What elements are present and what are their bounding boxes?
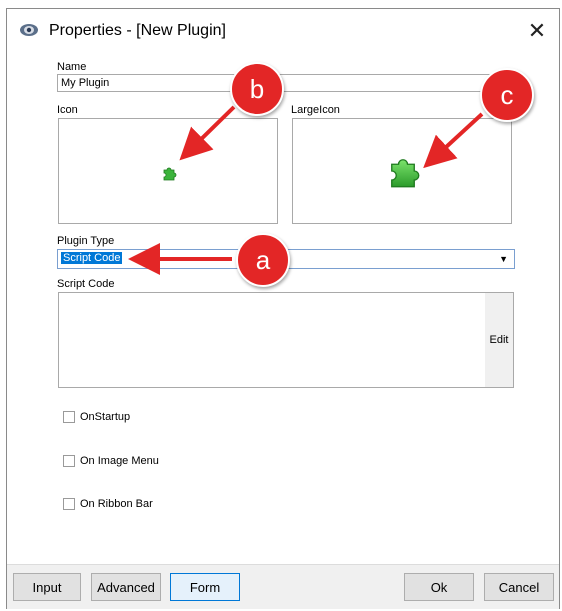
script-code-label: Script Code xyxy=(57,278,115,290)
onstartup-label: OnStartup xyxy=(80,411,131,423)
close-icon: ✕ xyxy=(527,18,547,43)
plugin-type-label: Plugin Type xyxy=(57,235,115,247)
on-image-menu-checkbox[interactable] xyxy=(63,455,75,467)
app-eye-icon xyxy=(20,24,38,36)
puzzle-large-icon xyxy=(391,159,420,188)
on-ribbon-bar-checkbox[interactable] xyxy=(63,498,75,510)
input-button[interactable]: Input xyxy=(13,573,81,601)
button-bar: Input Advanced Form Ok Cancel xyxy=(7,564,559,609)
onstartup-row[interactable]: OnStartup xyxy=(63,411,130,423)
icon-label: Icon xyxy=(57,104,78,116)
name-input[interactable] xyxy=(57,74,515,92)
close-button[interactable]: ✕ xyxy=(515,9,559,53)
on-ribbon-bar-label: On Ribbon Bar xyxy=(80,498,153,510)
cancel-button[interactable]: Cancel xyxy=(484,573,554,601)
script-code-box[interactable]: Edit xyxy=(58,292,514,388)
edit-button[interactable]: Edit xyxy=(485,293,513,387)
puzzle-small-icon xyxy=(163,167,177,181)
plugin-type-value: Script Code xyxy=(61,252,123,264)
advanced-button[interactable]: Advanced xyxy=(91,573,161,601)
callout-a: a xyxy=(236,233,290,287)
onstartup-checkbox[interactable] xyxy=(63,411,75,423)
on-image-menu-label: On Image Menu xyxy=(80,455,159,467)
callout-b: b xyxy=(230,62,284,116)
on-ribbon-bar-row[interactable]: On Ribbon Bar xyxy=(63,498,153,510)
ok-button[interactable]: Ok xyxy=(404,573,474,601)
name-label: Name xyxy=(57,61,87,73)
large-icon-label: LargeIcon xyxy=(291,104,340,116)
large-icon-box[interactable] xyxy=(292,118,512,224)
title-bar: Properties - [New Plugin] ✕ xyxy=(7,9,559,53)
callout-c: c xyxy=(480,68,534,122)
icon-box[interactable] xyxy=(58,118,278,224)
dropdown-arrow-icon: ▼ xyxy=(499,254,508,264)
form-button[interactable]: Form xyxy=(170,573,240,601)
on-image-menu-row[interactable]: On Image Menu xyxy=(63,455,159,467)
window-title: Properties - [New Plugin] xyxy=(49,22,226,39)
